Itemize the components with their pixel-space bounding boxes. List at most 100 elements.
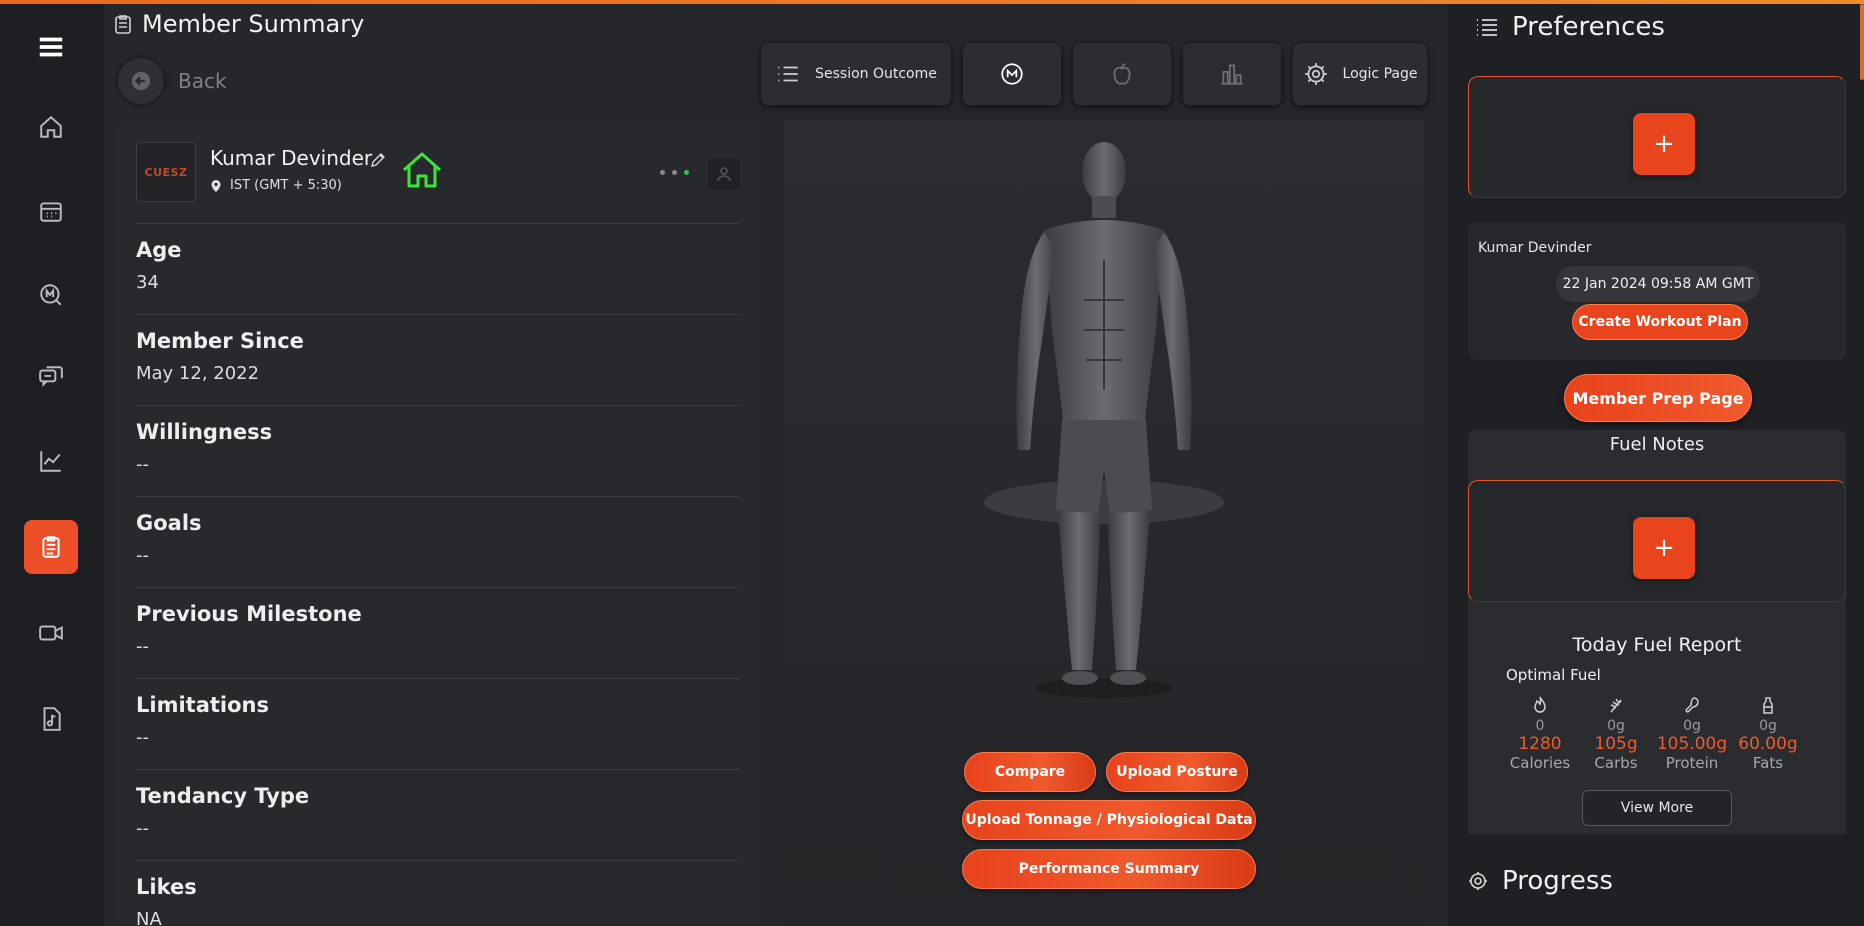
chat-m-icon xyxy=(40,284,62,306)
preferences-header: Preferences xyxy=(1476,12,1665,42)
macro-list: 0 1280 Calories 0g 105g Carbs 0g 105.00g… xyxy=(1502,696,1806,772)
macro-fats: 0g 60.00g Fats xyxy=(1730,696,1806,772)
calendar-icon xyxy=(40,202,62,222)
create-workout-plan-button[interactable]: Create Workout Plan xyxy=(1572,304,1748,340)
field-label: Member Since xyxy=(136,329,304,353)
field-label: Goals xyxy=(136,511,202,535)
body-model-area: Compare Upload Posture Upload Tonnage / … xyxy=(784,120,1424,926)
macro-name: Calories xyxy=(1509,754,1571,772)
video-icon xyxy=(39,625,63,641)
macro-name: Protein xyxy=(1665,754,1719,772)
sidebar-item-conversations[interactable] xyxy=(24,350,78,404)
session-outcome-button[interactable]: Session Outcome xyxy=(760,42,952,106)
field-label: Likes xyxy=(136,875,197,899)
macro-calories: 0 1280 Calories xyxy=(1502,696,1578,772)
sidebar-item-calendar[interactable] xyxy=(24,184,78,238)
page-title-wrap: Member Summary xyxy=(114,10,364,38)
page-title: Member Summary xyxy=(142,10,365,38)
gear-icon xyxy=(1304,63,1327,85)
logic-page-label: Logic Page xyxy=(1342,66,1418,82)
fuel-report-title: Today Fuel Report xyxy=(1572,634,1742,656)
macro-current: 0 xyxy=(1535,718,1545,734)
plan-member-name: Kumar Devinder xyxy=(1478,240,1592,256)
progress-gear-icon xyxy=(1469,872,1487,890)
sidebar xyxy=(0,4,104,926)
macro-target: 105.00g xyxy=(1656,734,1728,754)
preferences-add-card: + xyxy=(1468,76,1846,198)
fuel-notes-add-card: + xyxy=(1468,480,1846,602)
clipboard-icon xyxy=(115,15,131,34)
user-toggle-button[interactable] xyxy=(708,158,740,190)
mindset-button[interactable] xyxy=(962,42,1062,106)
back-label: Back xyxy=(178,69,227,93)
view-more-button[interactable]: View More xyxy=(1582,790,1732,826)
compare-button[interactable]: Compare xyxy=(964,752,1096,792)
menu-icon[interactable] xyxy=(24,20,78,74)
nutrition-button[interactable] xyxy=(1072,42,1172,106)
home-icon xyxy=(40,115,62,138)
timezone-label: IST (GMT + 5:30) xyxy=(230,178,342,193)
music-file-icon xyxy=(43,707,61,731)
field-label: Age xyxy=(136,238,182,262)
sidebar-item-messages[interactable] xyxy=(24,268,78,322)
edit-pencil-icon[interactable] xyxy=(370,152,386,168)
macro-target: 60.00g xyxy=(1738,734,1798,754)
field-value: -- xyxy=(136,545,149,566)
field-label: Previous Milestone xyxy=(136,602,362,626)
status-dot xyxy=(660,170,665,175)
macro-current: 0g xyxy=(1683,718,1701,734)
bar-chart-icon xyxy=(1221,64,1243,85)
apple-icon xyxy=(1113,63,1131,85)
body-model-figure[interactable] xyxy=(984,130,1224,710)
field-label: Willingness xyxy=(136,420,273,444)
field-value: -- xyxy=(136,727,149,748)
gym-logo: CUESZ xyxy=(136,142,196,202)
back-arrow-icon[interactable] xyxy=(118,58,164,104)
macro-name: Fats xyxy=(1752,754,1784,772)
member-profile-panel: CUESZ Kumar Devinder IST (GMT + 5:30) Ag… xyxy=(116,122,760,926)
field-limitations: Limitations -- xyxy=(136,679,740,770)
field-willingness: Willingness -- xyxy=(136,406,740,497)
status-dot-online xyxy=(684,170,689,175)
add-fuel-note-button[interactable]: + xyxy=(1633,517,1695,579)
sidebar-item-analytics[interactable] xyxy=(24,434,78,488)
back-button[interactable]: Back xyxy=(118,58,227,104)
sidebar-item-audio[interactable] xyxy=(24,692,78,746)
conversation-icon xyxy=(39,366,63,387)
field-label: Limitations xyxy=(136,693,269,717)
preferences-panel: Preferences + Kumar Devinder 22 Jan 2024… xyxy=(1448,4,1864,926)
session-outcome-label: Session Outcome xyxy=(815,66,937,82)
field-value: -- xyxy=(136,818,149,839)
status-dot xyxy=(672,170,677,175)
plan-date: 22 Jan 2024 09:58 AM GMT xyxy=(1556,266,1760,302)
home-icon xyxy=(403,152,441,188)
sidebar-item-member-summary[interactable] xyxy=(24,520,78,574)
sidebar-item-home[interactable] xyxy=(24,100,78,154)
member-name: Kumar Devinder xyxy=(210,146,373,170)
field-goals: Goals -- xyxy=(136,497,740,588)
workout-plan-card: Kumar Devinder 22 Jan 2024 09:58 AM GMT … xyxy=(1468,222,1846,360)
logic-page-button[interactable]: Logic Page xyxy=(1292,42,1428,106)
clipboard-icon xyxy=(42,536,60,558)
wheat-icon xyxy=(1610,698,1622,713)
stats-button[interactable] xyxy=(1182,42,1282,106)
macro-current: 0g xyxy=(1759,718,1777,734)
macro-target: 1280 xyxy=(1518,734,1562,754)
upload-posture-button[interactable]: Upload Posture xyxy=(1106,752,1248,792)
preferences-title: Preferences xyxy=(1512,12,1665,42)
drumstick-icon xyxy=(1685,697,1699,713)
scrollbar-thumb[interactable] xyxy=(1860,4,1864,80)
field-value: -- xyxy=(136,636,149,657)
performance-summary-button[interactable]: Performance Summary xyxy=(962,849,1256,889)
macro-carbs: 0g 105g Carbs xyxy=(1578,696,1654,772)
profile-header: CUESZ Kumar Devinder IST (GMT + 5:30) xyxy=(136,142,740,224)
macro-target: 105g xyxy=(1594,734,1638,754)
add-preference-button[interactable]: + xyxy=(1633,113,1695,175)
oil-bottle-icon xyxy=(1763,697,1773,714)
upload-tonnage-button[interactable]: Upload Tonnage / Physiological Data xyxy=(962,800,1256,840)
sidebar-item-video[interactable] xyxy=(24,606,78,660)
flame-icon xyxy=(1534,696,1546,713)
field-value: NA xyxy=(136,909,162,926)
field-previous-milestone: Previous Milestone -- xyxy=(136,588,740,679)
member-prep-page-button[interactable]: Member Prep Page xyxy=(1564,374,1752,422)
